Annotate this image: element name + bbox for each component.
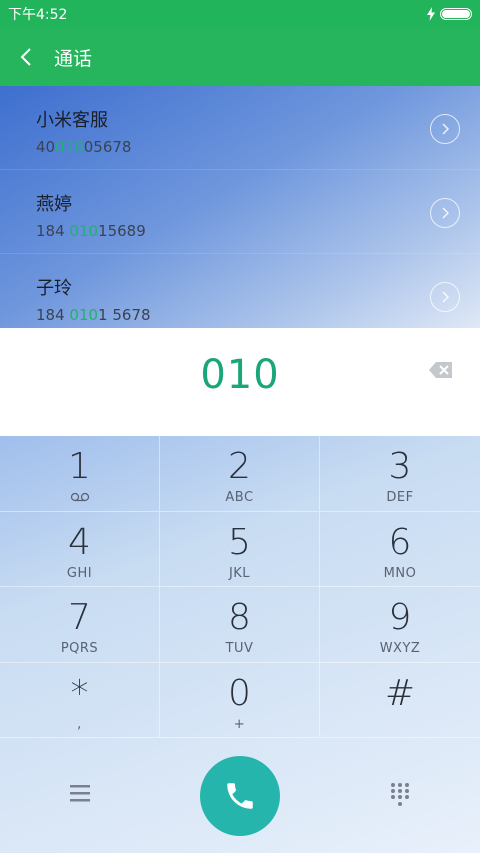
phone-icon [227, 783, 253, 809]
contact-number: 4001005678 [36, 138, 132, 156]
key-1[interactable]: 1 [0, 436, 160, 512]
contact-result-item[interactable]: 燕婷 184 01015689 [0, 170, 480, 254]
key-8[interactable]: 8 TUV [160, 587, 320, 663]
key-5[interactable]: 5 JKL [160, 511, 320, 587]
contact-number: 184 01015689 [36, 222, 146, 240]
contact-name: 小米客服 [36, 110, 108, 131]
contact-detail-button[interactable] [430, 114, 460, 144]
dial-keypad: 1 2 ABC 3 DEF 4 GHI 5 JKL 6 MNO 7 PQRS 8… [0, 436, 480, 738]
status-icons [426, 7, 472, 21]
back-arrow-icon [20, 48, 31, 66]
dialed-number-display[interactable]: 010 [0, 352, 480, 398]
chevron-right-icon [442, 123, 449, 135]
chevron-right-icon [442, 291, 449, 303]
battery-icon [440, 8, 472, 20]
contact-number: 184 0101 5678 [36, 306, 151, 324]
keypad-toggle-button[interactable] [388, 782, 412, 808]
contact-name: 子玲 [36, 278, 72, 299]
menu-button[interactable] [68, 782, 92, 804]
page-title: 通话 [54, 47, 93, 70]
key-6[interactable]: 6 MNO [320, 512, 480, 587]
call-button[interactable] [200, 756, 280, 836]
voicemail-icon [70, 492, 89, 502]
charging-icon [427, 7, 435, 21]
dial-input-area: 010 [0, 328, 480, 436]
delete-button[interactable] [428, 360, 452, 380]
contact-result-item[interactable]: 子玲 184 0101 5678 [0, 254, 480, 328]
key-7[interactable]: 7 PQRS [0, 587, 160, 663]
contact-detail-button[interactable] [430, 282, 460, 312]
status-bar: 下午4:52 [0, 0, 480, 28]
key-hash[interactable]: # [320, 663, 480, 738]
status-time: 下午4:52 [8, 7, 68, 23]
contact-detail-button[interactable] [430, 198, 460, 228]
key-star[interactable]: * , [0, 662, 160, 738]
contact-name: 燕婷 [36, 194, 72, 215]
key-3[interactable]: 3 DEF [320, 436, 480, 512]
key-9[interactable]: 9 WXYZ [320, 587, 480, 663]
dialer-bottom-bar [0, 738, 480, 853]
chevron-right-icon [442, 207, 449, 219]
dialpad-icon [391, 783, 409, 806]
contact-results-list: 小米客服 4001005678 燕婷 184 01015689 子玲 184 0… [0, 86, 480, 328]
back-button[interactable] [0, 28, 52, 86]
backspace-icon [429, 362, 452, 378]
key-0[interactable]: 0 + [160, 662, 320, 738]
menu-icon [70, 785, 90, 802]
contact-result-item[interactable]: 小米客服 4001005678 [0, 86, 480, 170]
title-bar: 通话 [0, 28, 480, 86]
key-2[interactable]: 2 ABC [160, 436, 320, 512]
key-4[interactable]: 4 GHI [0, 511, 160, 587]
